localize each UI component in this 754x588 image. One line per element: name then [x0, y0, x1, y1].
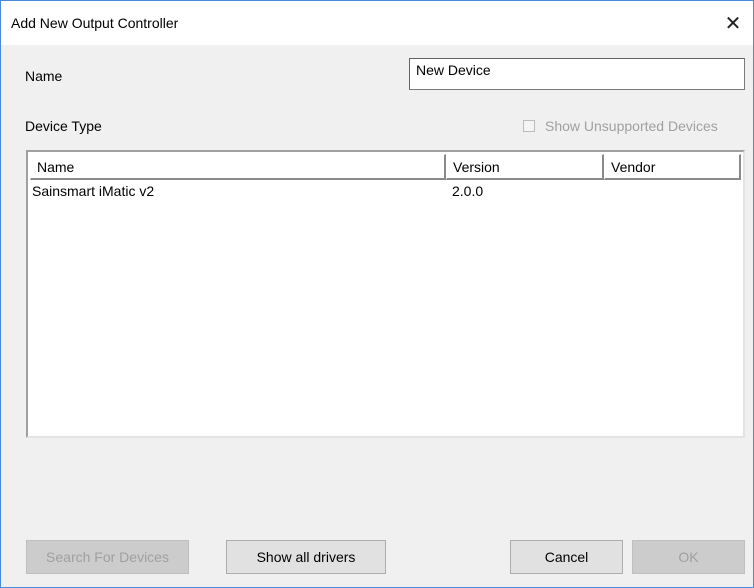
ok-button[interactable]: OK [632, 540, 745, 574]
show-unsupported-checkbox[interactable]: Show Unsupported Devices [523, 118, 718, 134]
table-row[interactable]: Sainsmart iMatic v2 2.0.0 [30, 180, 741, 202]
device-type-label: Device Type [25, 118, 102, 134]
dialog-window: Add New Output Controller ✕ Name Device … [0, 0, 754, 588]
column-header-vendor[interactable]: Vendor [604, 154, 741, 180]
name-input[interactable] [409, 58, 745, 90]
window-title: Add New Output Controller [11, 15, 179, 31]
cancel-button[interactable]: Cancel [510, 540, 623, 574]
cell-name: Sainsmart iMatic v2 [32, 183, 155, 199]
table-header: Name Version Vendor [30, 154, 741, 180]
close-button[interactable]: ✕ [713, 1, 753, 45]
table-body: Sainsmart iMatic v2 2.0.0 [30, 180, 741, 434]
checkbox-box [523, 120, 535, 132]
show-all-drivers-button[interactable]: Show all drivers [226, 540, 386, 574]
show-unsupported-label: Show Unsupported Devices [545, 118, 718, 134]
close-icon: ✕ [724, 12, 742, 35]
name-label: Name [25, 68, 63, 84]
column-header-version[interactable]: Version [446, 154, 604, 180]
search-for-devices-button[interactable]: Search For Devices [26, 540, 189, 574]
title-bar: Add New Output Controller ✕ [1, 1, 753, 45]
device-type-table: Name Version Vendor Sainsmart iMatic v2 … [26, 150, 745, 438]
cell-version: 2.0.0 [452, 183, 484, 199]
column-header-name[interactable]: Name [30, 154, 446, 180]
